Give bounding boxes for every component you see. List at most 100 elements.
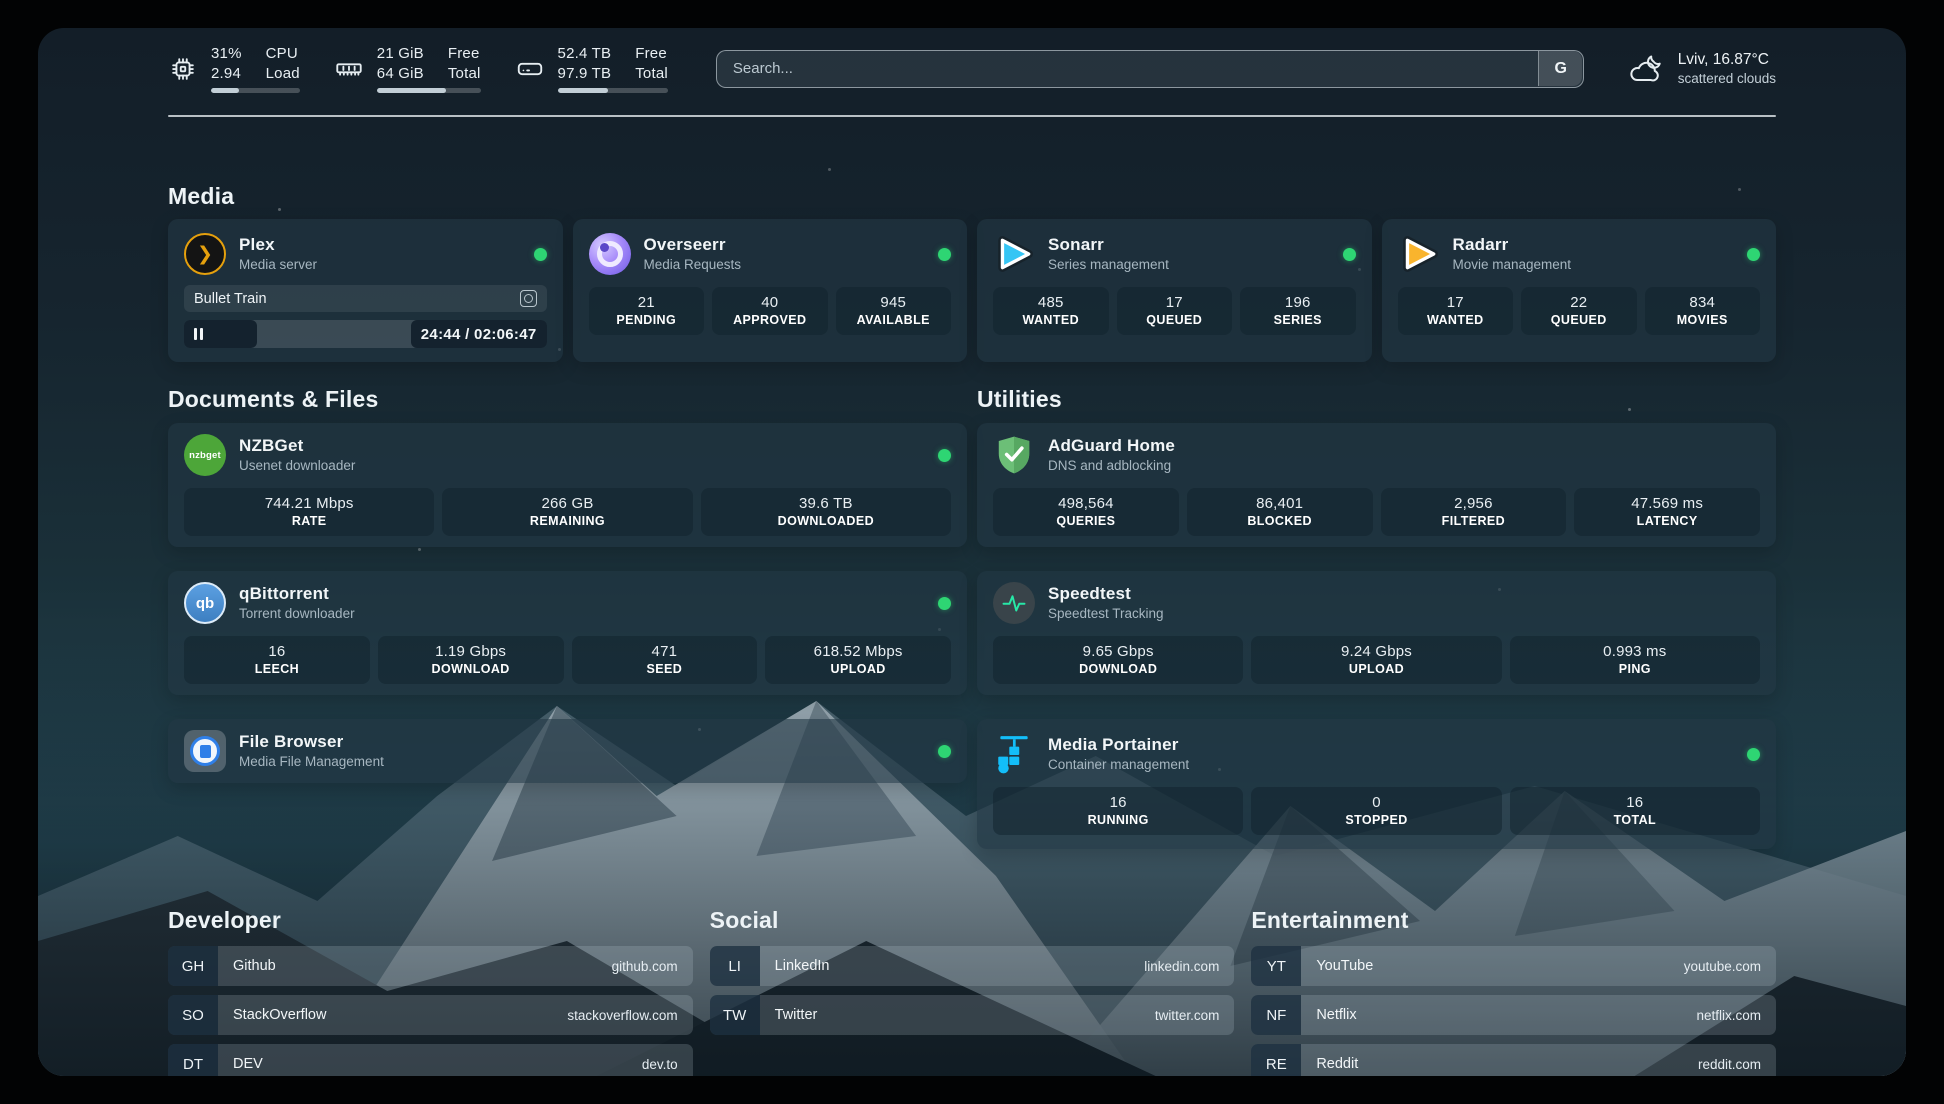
section-title-utilities: Utilities — [977, 386, 1776, 413]
bookmark-reddit[interactable]: RE Reddit reddit.com — [1251, 1044, 1776, 1076]
bookmark-abbr: LI — [710, 946, 760, 986]
playback-time: 24:44 / 02:06:47 — [411, 320, 547, 348]
cpu-load-value: 2.94 — [211, 64, 242, 84]
cpu-progress-track — [211, 88, 300, 93]
section-title-developer: Developer — [168, 907, 693, 934]
section-title-documents: Documents & Files — [168, 386, 967, 413]
bookmark-name: StackOverflow — [218, 995, 326, 1035]
app-card-speedtest[interactable]: Speedtest Speedtest Tracking 9.65 GbpsDO… — [977, 571, 1776, 695]
bookmark-abbr: DT — [168, 1044, 218, 1076]
bookmark-abbr: TW — [710, 995, 760, 1035]
search-input[interactable] — [716, 50, 1584, 88]
app-name: Plex — [239, 234, 317, 255]
storage-progress-track — [558, 88, 668, 93]
stat-box: 9.65 GbpsDOWNLOAD — [993, 636, 1243, 684]
bookmark-github[interactable]: GH Github github.com — [168, 946, 693, 986]
app-card-qbittorrent[interactable]: qb qBittorrent Torrent downloader 16LEEC… — [168, 571, 967, 695]
app-description: Movie management — [1453, 257, 1572, 274]
bookmark-name: Twitter — [760, 995, 818, 1035]
adguard-icon — [993, 434, 1035, 476]
app-name: Radarr — [1453, 234, 1572, 255]
stat-box: 2,956FILTERED — [1381, 488, 1567, 536]
section-title-media: Media — [168, 183, 1776, 210]
app-card-filebrowser[interactable]: File Browser Media File Management — [168, 719, 967, 783]
bookmark-url: github.com — [612, 946, 693, 986]
bookmark-url: dev.to — [642, 1044, 693, 1076]
section-title-entertainment: Entertainment — [1251, 907, 1776, 934]
app-card-portainer[interactable]: Media Portainer Container management 16R… — [977, 719, 1776, 849]
stat-box: 834MOVIES — [1645, 287, 1761, 335]
app-name: Overseerr — [644, 234, 742, 255]
search-engine-button[interactable]: G — [1538, 51, 1582, 86]
stat-box: 471SEED — [572, 636, 758, 684]
app-name: Speedtest — [1048, 583, 1164, 604]
speedtest-icon — [993, 582, 1035, 624]
portainer-icon — [993, 733, 1035, 775]
cpu-load-label: Load — [266, 64, 300, 84]
stat-box: 17QUEUED — [1117, 287, 1233, 335]
social-bookmarks: LI LinkedIn linkedin.com TW Twitter twit… — [710, 946, 1235, 1035]
bookmark-abbr: GH — [168, 946, 218, 986]
bookmark-abbr: NF — [1251, 995, 1301, 1035]
stat-box: 17WANTED — [1398, 287, 1514, 335]
storage-free-label: Free — [635, 44, 668, 64]
app-card-sonarr[interactable]: Sonarr Series management 485WANTED 17QUE… — [977, 219, 1372, 362]
stat-box: 40APPROVED — [712, 287, 828, 335]
overseerr-icon — [589, 233, 631, 275]
app-card-adguard[interactable]: AdGuard Home DNS and adblocking 498,564Q… — [977, 423, 1776, 547]
playback-progress-track[interactable]: 24:44 / 02:06:47 — [184, 320, 547, 348]
qbittorrent-icon: qb — [184, 582, 226, 624]
stat-box: 618.52 MbpsUPLOAD — [765, 636, 951, 684]
app-card-radarr[interactable]: Radarr Movie management 17WANTED 22QUEUE… — [1382, 219, 1777, 362]
stat-box: 16RUNNING — [993, 787, 1243, 835]
header-bar: 31% 2.94 CPU Load — [168, 28, 1776, 93]
stat-box: 1.19 GbpsDOWNLOAD — [378, 636, 564, 684]
bookmark-name: YouTube — [1301, 946, 1373, 986]
memory-progress-track — [377, 88, 481, 93]
app-name: Sonarr — [1048, 234, 1169, 255]
plex-icon: ❯ — [184, 233, 226, 275]
stat-box: 47.569 msLATENCY — [1574, 488, 1760, 536]
bookmark-dev[interactable]: DT DEV dev.to — [168, 1044, 693, 1076]
status-dot — [1747, 248, 1760, 261]
memory-progress-fill — [377, 88, 447, 93]
app-description: Series management — [1048, 257, 1169, 274]
hard-drive-icon — [515, 54, 545, 84]
app-card-plex[interactable]: ❯ Plex Media server Bullet Train 24:44 /… — [168, 219, 563, 362]
nzbget-icon: nzbget — [184, 434, 226, 476]
weather-condition: scattered clouds — [1678, 70, 1776, 88]
bookmark-youtube[interactable]: YT YouTube youtube.com — [1251, 946, 1776, 986]
app-name: qBittorrent — [239, 583, 355, 604]
status-dot — [534, 248, 547, 261]
bookmark-stackoverflow[interactable]: SO StackOverflow stackoverflow.com — [168, 995, 693, 1035]
bookmark-linkedin[interactable]: LI LinkedIn linkedin.com — [710, 946, 1235, 986]
stat-box: 9.24 GbpsUPLOAD — [1251, 636, 1501, 684]
cloud-moon-icon — [1626, 51, 1666, 87]
weather-location-temperature: Lviv, 16.87°C — [1678, 50, 1776, 70]
app-card-overseerr[interactable]: Overseerr Media Requests 21PENDING 40APP… — [573, 219, 968, 362]
bookmark-netflix[interactable]: NF Netflix netflix.com — [1251, 995, 1776, 1035]
bookmark-twitter[interactable]: TW Twitter twitter.com — [710, 995, 1235, 1035]
app-card-nzbget[interactable]: nzbget NZBGet Usenet downloader 744.21 M… — [168, 423, 967, 547]
stat-box: 21PENDING — [589, 287, 705, 335]
filebrowser-icon — [184, 730, 226, 772]
stat-box: 945AVAILABLE — [836, 287, 952, 335]
memory-free-label: Free — [448, 44, 481, 64]
ram-icon — [334, 54, 364, 84]
pause-button[interactable] — [194, 320, 203, 348]
stat-box: 266 GBREMAINING — [442, 488, 692, 536]
entertainment-bookmarks: YT YouTube youtube.com NF Netflix netfli… — [1251, 946, 1776, 1076]
app-description: DNS and adblocking — [1048, 458, 1175, 475]
storage-stat-widget: 52.4 TB 97.9 TB Free Total — [515, 44, 668, 93]
bookmark-abbr: SO — [168, 995, 218, 1035]
sonarr-icon — [993, 233, 1035, 275]
status-dot — [1747, 748, 1760, 761]
cpu-progress-fill — [211, 88, 239, 93]
bookmark-abbr: YT — [1251, 946, 1301, 986]
app-description: Speedtest Tracking — [1048, 606, 1164, 623]
stat-box: 744.21 MbpsRATE — [184, 488, 434, 536]
app-name: File Browser — [239, 731, 384, 752]
app-name: Media Portainer — [1048, 734, 1189, 755]
cpu-stat-widget: 31% 2.94 CPU Load — [168, 44, 300, 93]
app-description: Media server — [239, 257, 317, 274]
